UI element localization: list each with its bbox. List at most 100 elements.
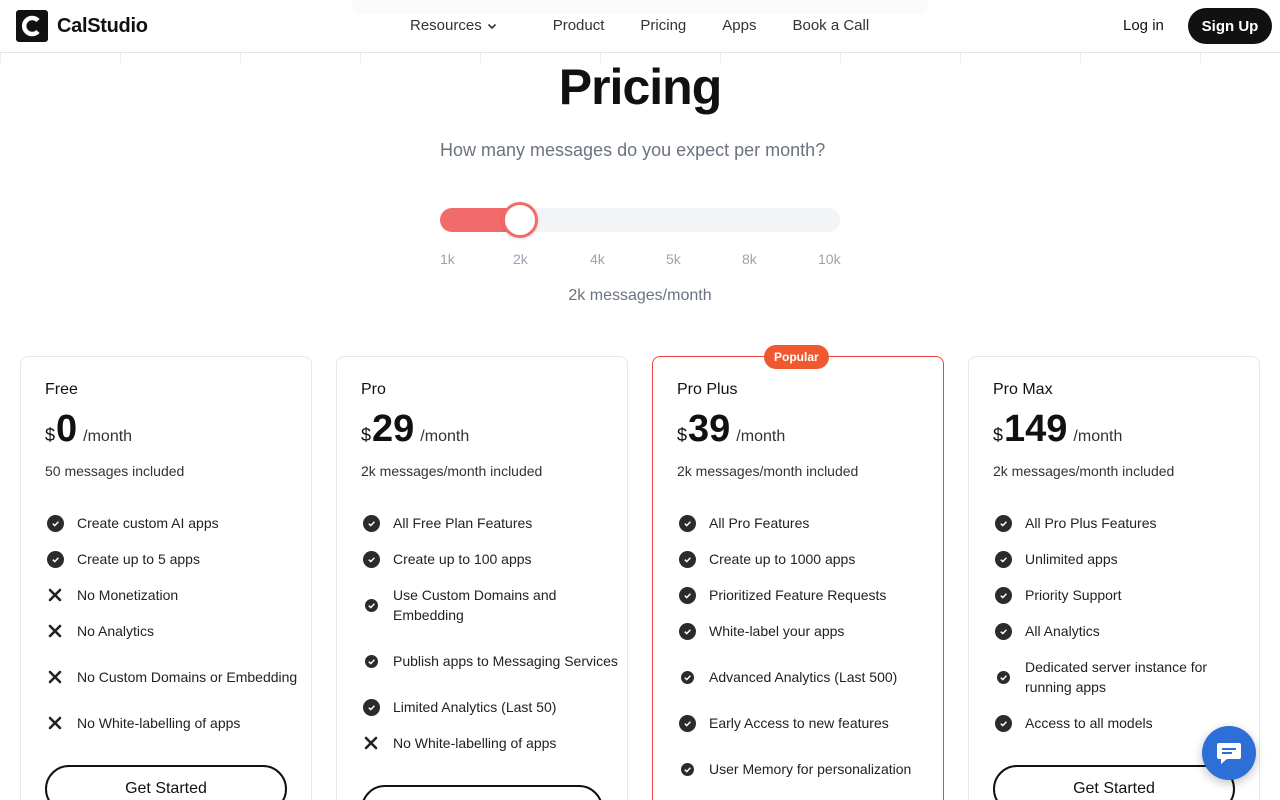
feature-text: Early Access to new features — [709, 715, 889, 731]
feature-text: No White-labelling of apps — [393, 735, 557, 751]
price-currency: $ — [361, 425, 372, 445]
price-currency: $ — [677, 425, 688, 445]
feature-item: Prioritized Feature Requests — [677, 585, 937, 605]
feature-item: Early Access to new features — [677, 713, 937, 733]
messages-slider[interactable] — [440, 202, 840, 238]
plan-price: $ 0 /month — [45, 407, 132, 451]
price-currency: $ — [45, 425, 56, 445]
get-started-button[interactable]: Get Started — [45, 765, 287, 800]
feature-text: All Analytics — [1025, 623, 1100, 639]
plan-price: $ 29 /month — [361, 407, 469, 451]
check-circle-icon — [677, 586, 697, 604]
check-circle-icon — [677, 762, 697, 776]
feature-text: No White-labelling of apps — [77, 715, 241, 731]
feature-text: All Pro Plus Features — [1025, 515, 1157, 531]
plan-card-pro-plus: Popular Pro Plus $ 39 /month 2k messages… — [652, 345, 944, 800]
feature-list: All Pro Plus Features Unlimited apps Prior… — [993, 513, 1253, 749]
brand-logo[interactable]: CalStudio — [16, 10, 148, 42]
feature-list: All Free Plan Features Create up to 100 a… — [361, 513, 621, 769]
slider-tick: 2k — [513, 251, 528, 267]
chat-launcher-button[interactable] — [1202, 726, 1256, 780]
plan-name: Free — [45, 381, 78, 398]
slider-tick: 4k — [590, 251, 605, 267]
feature-item: Create up to 5 apps — [45, 549, 305, 569]
messages-included: 50 messages included — [45, 463, 185, 479]
feature-text: User Memory for personalization — [709, 761, 912, 777]
feature-text: No Monetization — [77, 587, 179, 603]
page-title: Pricing — [558, 59, 722, 115]
price-period: /month — [736, 428, 786, 445]
feature-item: All Pro Plus Features — [993, 513, 1253, 533]
feature-text: White-label your apps — [709, 623, 845, 639]
feature-list: Create custom AI apps Create up to 5 apps… — [45, 513, 305, 749]
check-circle-icon — [677, 714, 697, 732]
feature-text: All Pro Features — [709, 515, 810, 531]
slider-tick: 8k — [742, 251, 757, 267]
feature-text: Dedicated server instance for running ap… — [1025, 659, 1208, 695]
plan-price: $ 149 /month — [993, 407, 1122, 451]
slider-tick: 10k — [818, 251, 841, 267]
feature-text: Limited Analytics (Last 50) — [393, 699, 557, 715]
check-circle-icon — [45, 514, 65, 532]
x-icon — [45, 624, 65, 638]
feature-item: All Free Plan Features — [361, 513, 621, 533]
site-header: CalStudio Resources Product Pricing Apps… — [0, 0, 1280, 53]
check-circle-icon — [361, 598, 381, 612]
feature-text: Create up to 100 apps — [393, 551, 532, 567]
main-nav: Resources Product Pricing Apps Book a Ca… — [410, 17, 869, 34]
feature-item: Create up to 100 apps — [361, 549, 621, 569]
feature-text: Prioritized Feature Requests — [709, 587, 887, 603]
price-period: /month — [420, 428, 470, 445]
nav-resources-label: Resources — [410, 17, 482, 34]
slider-thumb[interactable] — [502, 202, 538, 238]
plan-card-pro: Pro $ 29 /month 2k messages/month includ… — [336, 356, 628, 800]
feature-text: Create up to 5 apps — [77, 551, 200, 567]
login-link[interactable]: Log in — [1123, 17, 1164, 34]
pro-cta-button[interactable] — [361, 785, 603, 800]
slider-value: 2k messages/month — [568, 287, 712, 304]
feature-item: Create up to 1000 apps — [677, 549, 937, 569]
feature-text: Use Custom Domains and Embedding — [393, 587, 557, 623]
feature-item: No Monetization — [45, 585, 305, 605]
price-amount: 0 — [56, 408, 78, 450]
nav-resources[interactable]: Resources — [410, 17, 498, 34]
feature-item: Create custom AI apps — [45, 513, 305, 533]
nav-product[interactable]: Product — [553, 17, 605, 34]
messages-included: 2k messages/month included — [993, 463, 1175, 479]
signup-button[interactable]: Sign Up — [1188, 8, 1272, 44]
feature-text: Priority Support — [1025, 587, 1122, 603]
check-circle-icon — [677, 550, 697, 568]
feature-item: No Custom Domains or Embedding — [45, 657, 305, 697]
feature-item: Unlimited apps — [993, 549, 1253, 569]
feature-text: Advanced Analytics (Last 500) — [709, 669, 898, 685]
feature-item: All Pro Features — [677, 513, 937, 533]
feature-text: Create custom AI apps — [77, 515, 219, 531]
feature-text: All Free Plan Features — [393, 515, 533, 531]
check-circle-icon — [361, 514, 381, 532]
header-ghost-bar — [352, 0, 928, 14]
check-circle-icon — [993, 514, 1013, 532]
check-circle-icon — [993, 550, 1013, 568]
check-circle-icon — [361, 550, 381, 568]
chevron-down-icon — [487, 23, 496, 29]
popular-badge: Popular — [764, 345, 829, 369]
plan-name: Pro Max — [993, 381, 1053, 398]
check-circle-icon — [993, 714, 1013, 732]
messages-included: 2k messages/month included — [361, 463, 543, 479]
get-started-button[interactable]: Get Started — [993, 765, 1235, 800]
x-icon — [45, 716, 65, 730]
nav-apps[interactable]: Apps — [722, 17, 756, 34]
feature-text: Access to all models — [1025, 715, 1153, 731]
nav-book-a-call[interactable]: Book a Call — [792, 17, 869, 34]
feature-item: No Analytics — [45, 621, 305, 641]
feature-item: No White-labelling of apps — [45, 713, 305, 733]
nav-pricing[interactable]: Pricing — [640, 17, 686, 34]
price-amount: 149 — [1004, 408, 1068, 450]
feature-item: Publish apps to Messaging Services — [361, 641, 621, 681]
plan-card-free: Free $ 0 /month 50 messages included Cre… — [20, 356, 312, 800]
check-circle-icon — [361, 698, 381, 716]
brand-name: CalStudio — [57, 14, 148, 37]
x-icon — [361, 736, 381, 750]
check-circle-icon — [677, 670, 697, 684]
check-circle-icon — [677, 514, 697, 532]
